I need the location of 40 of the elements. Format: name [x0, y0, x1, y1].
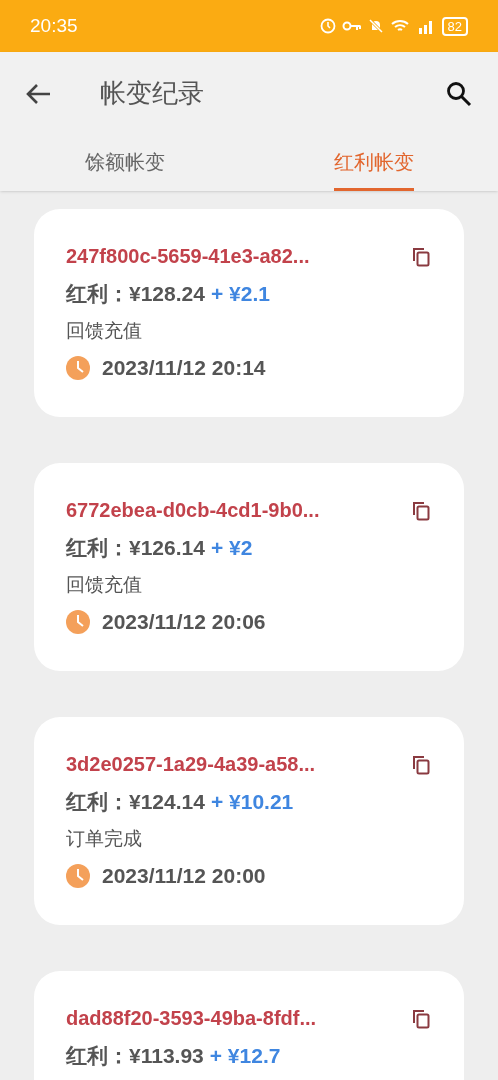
record-time: 2023/11/12 20:14: [102, 355, 266, 381]
record-type: 回馈充值: [66, 319, 143, 343]
muted-bell-icon: [367, 18, 384, 34]
amount-label: 红利：: [66, 789, 129, 815]
page-title: 帐变纪录: [100, 77, 204, 110]
record-type: 回馈充值: [66, 573, 143, 597]
copy-icon[interactable]: [412, 754, 430, 775]
change-amount: + ¥2: [210, 535, 253, 561]
battery-indicator: 82: [441, 16, 468, 36]
clock-icon: [66, 609, 90, 634]
copy-icon[interactable]: [412, 500, 430, 521]
record-id: 247f800c-5659-41e3-a82...: [66, 244, 310, 269]
balance-amount: ¥113.93: [129, 1043, 204, 1069]
balance-amount: ¥128.24: [129, 281, 205, 307]
change-amount: + ¥2.1: [210, 281, 270, 307]
balance-amount: ¥124.14: [129, 789, 205, 815]
back-arrow-icon[interactable]: [26, 82, 52, 105]
copy-icon[interactable]: [412, 1008, 430, 1029]
balance-amount: ¥126.14: [129, 535, 205, 561]
amount-label: 红利：: [66, 281, 129, 307]
record-id: 6772ebea-d0cb-4cd1-9b0...: [66, 498, 320, 523]
record-time: 2023/11/12 20:00: [102, 863, 266, 889]
clock-icon: [66, 863, 90, 888]
change-amount: + ¥12.7: [209, 1043, 281, 1069]
wifi-icon: [389, 18, 410, 34]
amount-label: 红利：: [66, 535, 129, 561]
change-amount: + ¥10.21: [210, 789, 294, 815]
amount-label: 红利：: [66, 1043, 129, 1069]
search-icon[interactable]: [446, 80, 472, 107]
record-id: 3d2e0257-1a29-4a39-a58...: [66, 752, 316, 777]
clock-icon: [319, 18, 336, 34]
tab[interactable]: 馀额帐变: [84, 135, 165, 191]
record-id: dad88f20-3593-49ba-8fdf...: [66, 1006, 317, 1031]
record-type: 订单完成: [66, 827, 143, 851]
copy-icon[interactable]: [412, 246, 430, 267]
tab[interactable]: 红利帐变: [333, 135, 414, 191]
key-icon: [341, 19, 362, 33]
record-time: 2023/11/12 20:06: [102, 609, 266, 635]
clock-icon: [66, 355, 90, 380]
status-time: 20:35: [30, 13, 78, 38]
